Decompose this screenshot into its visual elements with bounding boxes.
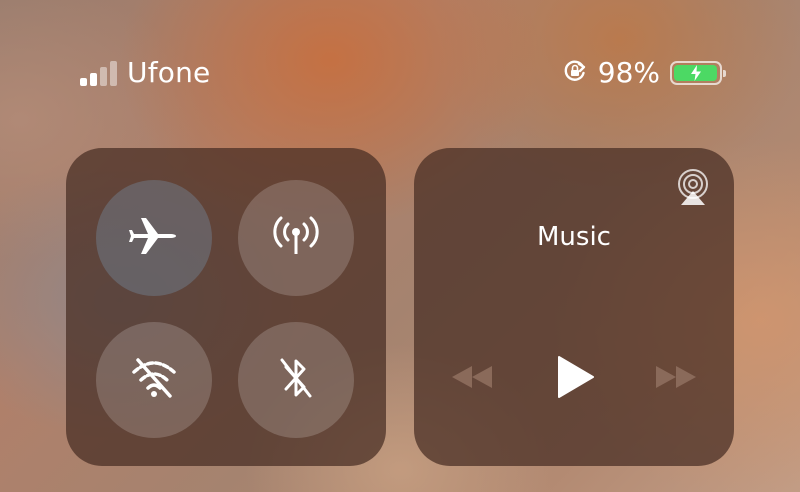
carrier-name: Ufone (127, 56, 211, 89)
bluetooth-off-icon (272, 352, 320, 408)
airplay-icon (673, 167, 713, 211)
battery-charging-icon (670, 60, 726, 85)
airplane-mode-toggle[interactable] (96, 180, 212, 296)
airplay-button[interactable] (672, 168, 714, 210)
wifi-toggle[interactable] (96, 322, 212, 438)
status-bar-right: 98% (562, 56, 726, 89)
media-panel: Music (414, 148, 734, 466)
fast-forward-icon (654, 364, 698, 394)
play-icon (555, 355, 595, 403)
orientation-lock-icon (562, 58, 588, 88)
connectivity-panel (66, 148, 386, 466)
rewind-button[interactable] (448, 356, 496, 402)
battery-percentage: 98% (597, 56, 660, 89)
rewind-icon (450, 364, 494, 394)
now-playing-title: Music (537, 222, 611, 252)
cellular-data-toggle[interactable] (238, 180, 354, 296)
status-bar-left: Ufone (80, 56, 210, 89)
bluetooth-toggle[interactable] (238, 322, 354, 438)
fast-forward-button[interactable] (652, 356, 700, 402)
signal-icon (80, 60, 117, 86)
airplane-icon (128, 210, 180, 266)
antenna-icon (268, 208, 324, 268)
play-button[interactable] (552, 356, 598, 402)
wifi-off-icon (128, 352, 180, 408)
